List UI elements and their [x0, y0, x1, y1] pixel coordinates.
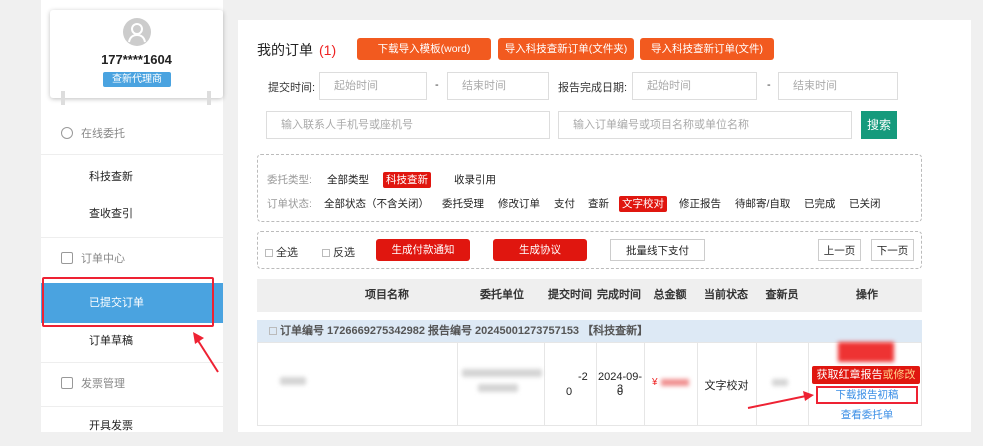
arrow-head	[803, 391, 814, 401]
arrow-line	[747, 395, 807, 409]
arrow-line	[196, 338, 219, 373]
annotation-arrows	[193, 332, 814, 409]
